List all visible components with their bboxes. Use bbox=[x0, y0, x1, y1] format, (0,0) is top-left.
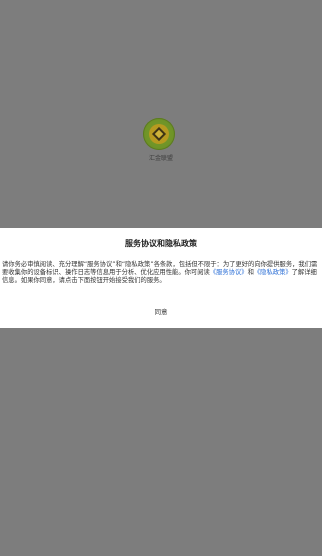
gold-coin-icon bbox=[149, 124, 169, 144]
app-logo bbox=[143, 118, 175, 150]
coin-hole-shape bbox=[151, 126, 167, 142]
dialog-body: 请你务必审慎阅读、充分理解“服务协议”和“隐私政策”各条款，包括但不限于：为了更… bbox=[2, 261, 320, 286]
privacy-dialog: 服务协议和隐私政策 请你务必审慎阅读、充分理解“服务协议”和“隐私政策”各条款，… bbox=[0, 228, 322, 328]
agree-button[interactable]: 同意 bbox=[136, 306, 186, 318]
app-name: 汇金联盟 bbox=[148, 155, 173, 162]
dialog-title: 服务协议和隐私政策 bbox=[125, 239, 197, 248]
service-agreement-link[interactable]: 《服务协议》 bbox=[210, 269, 248, 276]
privacy-policy-link[interactable]: 《隐私政策》 bbox=[254, 269, 292, 276]
